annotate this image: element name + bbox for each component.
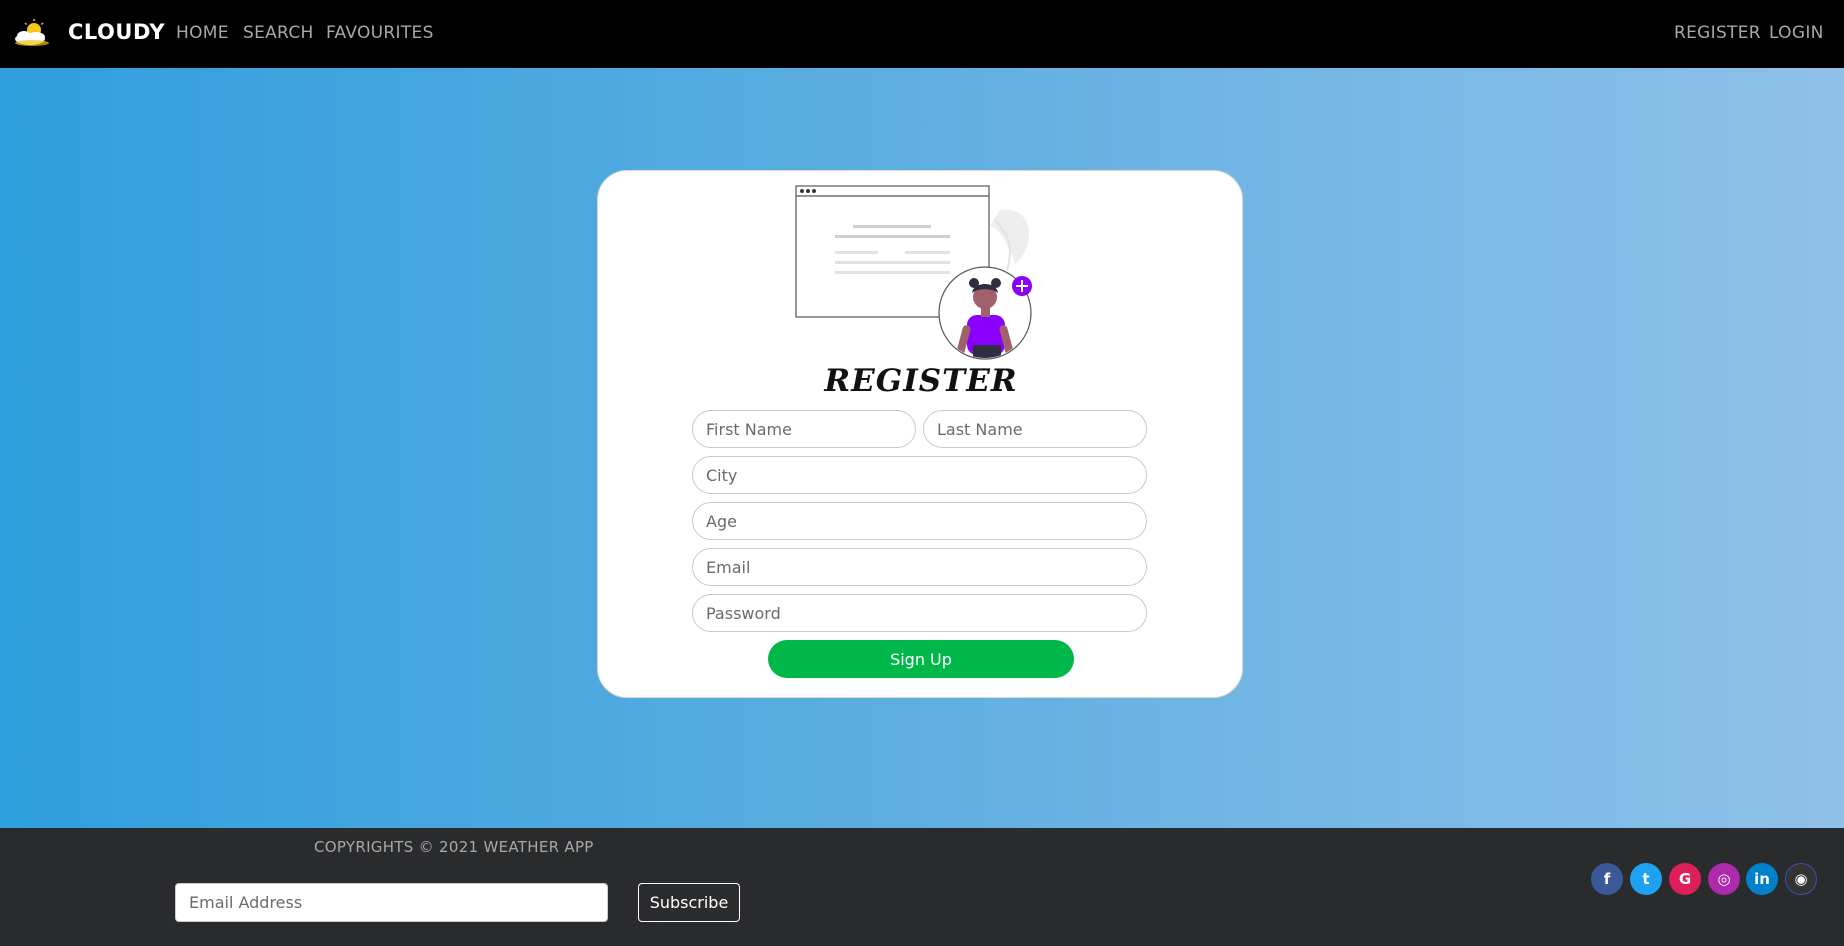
city-field[interactable]: [692, 456, 1147, 494]
register-illustration-icon: [795, 185, 1032, 360]
cloud-sun-logo-icon[interactable]: [12, 18, 52, 48]
nav-register-link[interactable]: REGISTER: [1674, 23, 1761, 43]
subscribe-button[interactable]: Subscribe: [638, 883, 740, 922]
nav-home-link[interactable]: HOME: [176, 23, 229, 43]
first-name-field[interactable]: [692, 410, 916, 448]
nav-favourites-link[interactable]: FAVOURITES: [326, 23, 434, 43]
footer: COPYRIGHTS © 2021 WEATHER APP Subscribe …: [0, 828, 1844, 946]
instagram-icon[interactable]: ◎: [1708, 863, 1740, 895]
copyright-text: COPYRIGHTS © 2021 WEATHER APP: [314, 838, 594, 856]
register-card: REGISTER Sign Up: [597, 170, 1243, 698]
email-field[interactable]: [692, 548, 1147, 586]
facebook-icon[interactable]: f: [1591, 863, 1623, 895]
password-field[interactable]: [692, 594, 1147, 632]
linkedin-icon[interactable]: in: [1746, 863, 1778, 895]
nav-search-link[interactable]: SEARCH: [243, 23, 314, 43]
navbar: CLOUDY HOME SEARCH FAVOURITES REGISTER L…: [0, 0, 1844, 68]
sign-up-button[interactable]: Sign Up: [768, 640, 1074, 678]
nav-login-link[interactable]: LOGIN: [1769, 23, 1824, 43]
register-title: REGISTER: [824, 363, 1018, 399]
last-name-field[interactable]: [923, 410, 1147, 448]
age-field[interactable]: [692, 502, 1147, 540]
google-icon[interactable]: G: [1669, 863, 1701, 895]
twitter-icon[interactable]: t: [1630, 863, 1662, 895]
newsletter-email-input[interactable]: [175, 883, 608, 922]
brand-name[interactable]: CLOUDY: [68, 20, 165, 44]
main-content: REGISTER Sign Up: [0, 68, 1844, 828]
github-icon[interactable]: ◉: [1785, 863, 1817, 895]
